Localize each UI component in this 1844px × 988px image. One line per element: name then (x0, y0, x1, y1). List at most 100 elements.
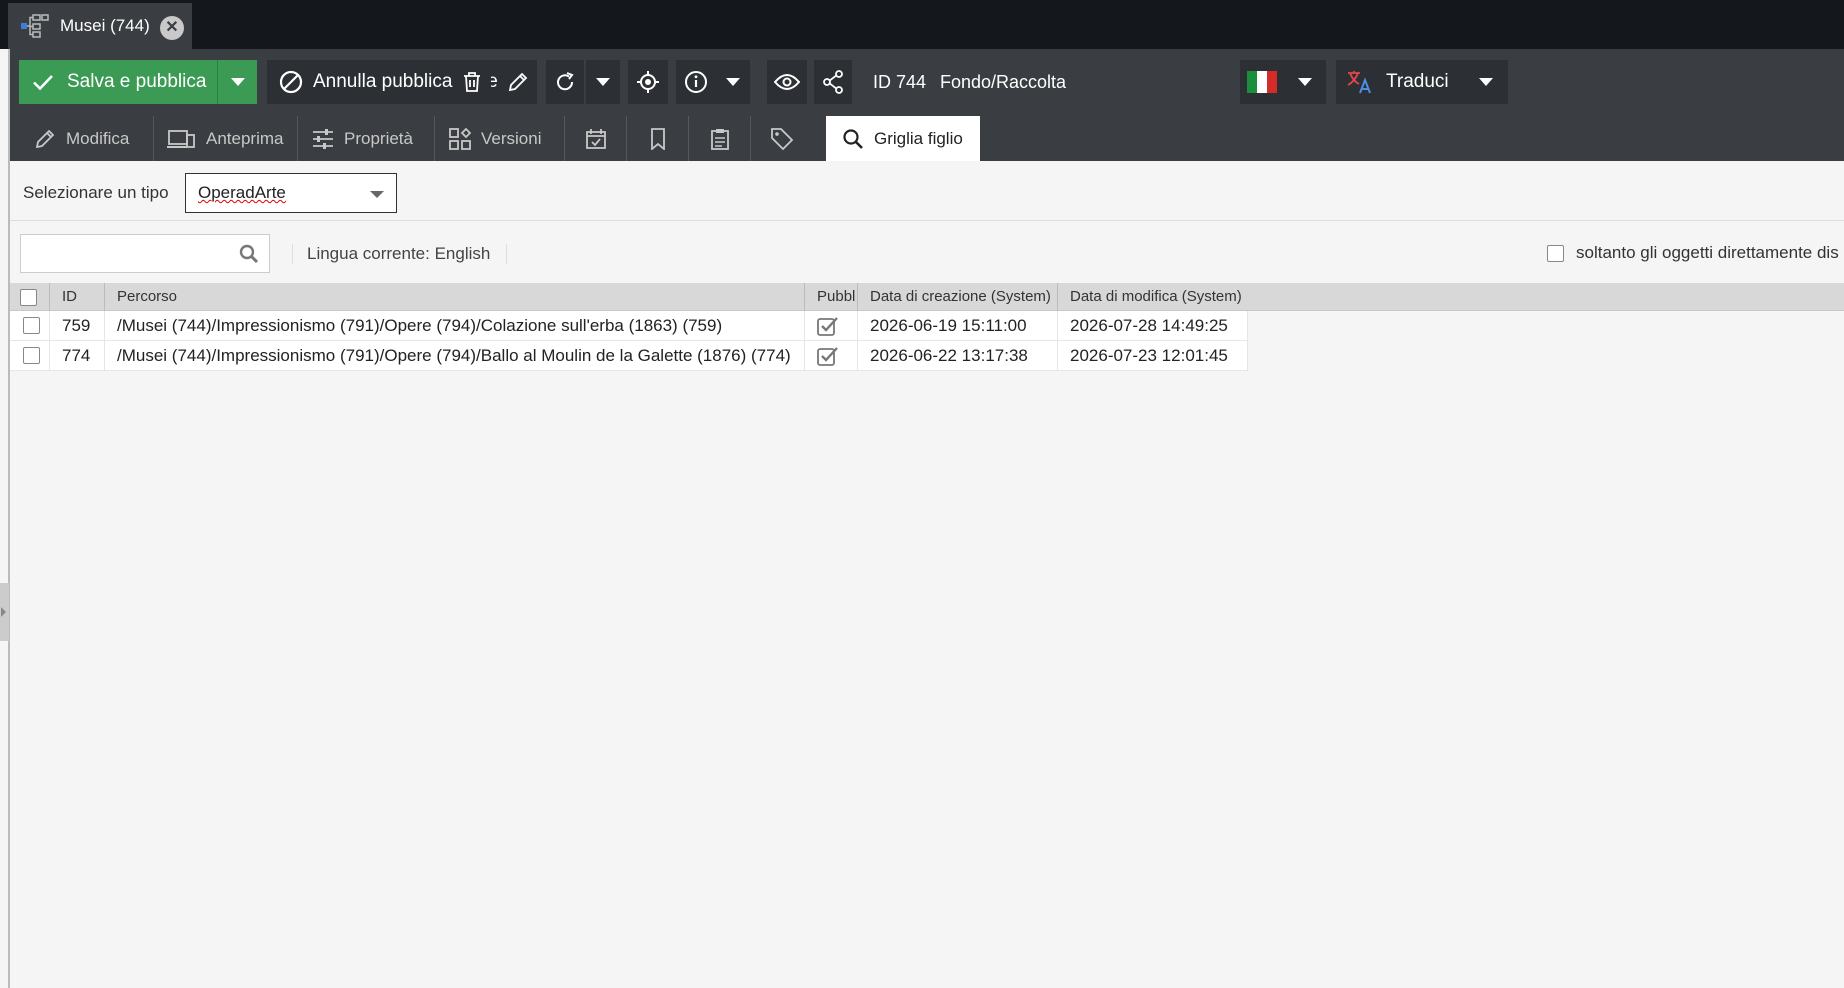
cell-created: 2026-06-19 15:11:00 (858, 311, 1058, 341)
refresh-icon (557, 72, 574, 91)
cell-published (805, 311, 858, 341)
child-grid: ID Percorso Pubbl Data di creazione (Sys… (10, 283, 1844, 371)
caret-down-icon (370, 191, 384, 198)
tab-anteprima-label: Anteprima (206, 128, 284, 148)
save-publish-label: Salva e pubblica (67, 71, 207, 92)
cell-id: 774 (50, 341, 105, 371)
info-options-dropdown[interactable] (716, 60, 750, 104)
save-options-dropdown[interactable] (217, 60, 257, 104)
grid-header: ID Percorso Pubbl Data di creazione (Sys… (10, 283, 1844, 311)
preview-button[interactable] (767, 60, 807, 104)
chevron-down-icon (726, 78, 740, 86)
reload-button[interactable] (546, 60, 584, 104)
column-header-path[interactable]: Percorso (105, 283, 805, 311)
object-class-text: Fondo/Raccolta (940, 72, 1067, 92)
tab-bookmark[interactable] (627, 116, 689, 161)
editor-tabs: Modifica Anteprima Proprietà Versioni Gr (10, 116, 1010, 161)
type-select[interactable]: OperadArte (185, 173, 397, 213)
share-button[interactable] (814, 60, 852, 104)
type-select-label: Selezionare un tipo (23, 183, 169, 202)
search-icon (239, 244, 259, 264)
info-button[interactable] (676, 60, 716, 104)
italy-flag-icon (1247, 71, 1277, 93)
translate-options-dropdown[interactable] (1464, 60, 1508, 104)
tab-griglia-figlio[interactable]: Griglia figlio (826, 116, 980, 161)
cell-published (805, 341, 858, 371)
checked-checkbox-icon (817, 347, 838, 366)
row-checkbox[interactable] (23, 347, 40, 364)
save-publish-button[interactable]: Salva e pubblica (19, 60, 217, 104)
search-input[interactable] (20, 234, 270, 273)
tab-versioni-label: Versioni (481, 128, 542, 148)
tab-notes[interactable] (689, 116, 751, 161)
cell-id: 759 (50, 311, 105, 341)
object-tree-icon (21, 14, 49, 38)
tab-schedule[interactable] (565, 116, 627, 161)
tab-proprieta[interactable]: Proprietà (298, 116, 435, 161)
checkbox[interactable] (1547, 244, 1564, 262)
cell-modified: 2026-07-28 14:49:25 (1058, 311, 1248, 341)
document-tab[interactable]: Musei (744) ✕ (8, 3, 192, 49)
sidebar-expand-handle[interactable] (0, 583, 9, 641)
clipboard-icon (710, 128, 729, 150)
table-row[interactable]: 774 /Musei (744)/Impressionismo (791)/Op… (10, 341, 1248, 371)
chevron-down-icon (596, 78, 610, 86)
info-icon (685, 71, 707, 93)
current-language-text: Lingua corrente: English (292, 244, 508, 264)
translate-button[interactable]: Traduci (1336, 60, 1464, 104)
translate-label: Traduci (1386, 71, 1449, 92)
tab-versioni[interactable]: Versioni (435, 116, 565, 161)
cell-path: /Musei (744)/Impressionismo (791)/Opere … (105, 311, 805, 341)
checked-checkbox-icon (817, 317, 838, 336)
row-select-cell[interactable] (10, 311, 50, 341)
devices-icon (167, 129, 195, 148)
divider (10, 220, 1844, 221)
search-icon (843, 128, 863, 149)
child-grid-panel: Selezionare un tipo OperadArte Lingua co… (10, 161, 1844, 988)
checkmark-icon (33, 75, 53, 91)
language-dropdown[interactable] (1284, 60, 1326, 104)
column-header-published[interactable]: Pubbl (805, 283, 858, 311)
pencil-icon (508, 72, 528, 92)
tag-icon (771, 127, 794, 150)
chevron-down-icon (230, 78, 245, 86)
translate-icon (1347, 71, 1371, 94)
ban-icon (279, 70, 303, 94)
crosshair-icon (637, 71, 659, 93)
column-header-modified[interactable]: Data di modifica (System) (1058, 283, 1248, 311)
direct-only-checkbox[interactable]: soltanto gli oggetti direttamente dis (1547, 243, 1839, 263)
column-header-created[interactable]: Data di creazione (System) (858, 283, 1058, 311)
direct-only-label: soltanto gli oggetti direttamente dis (1576, 243, 1839, 262)
app-window: Musei (744) ✕ Salva e pubblica Annulla p… (0, 0, 1844, 988)
tab-modifica[interactable]: Modifica (10, 116, 154, 161)
tab-tags[interactable] (751, 116, 813, 161)
pencil-icon (35, 129, 55, 148)
locate-in-tree-button[interactable] (628, 60, 668, 104)
tab-proprieta-label: Proprietà (344, 128, 413, 148)
calendar-check-icon (585, 128, 606, 149)
select-all-checkbox[interactable] (20, 289, 37, 306)
delete-button[interactable] (453, 60, 491, 104)
row-select-cell[interactable] (10, 341, 50, 371)
reload-options-dropdown[interactable] (586, 60, 620, 104)
sliders-icon (313, 128, 333, 149)
versions-icon (449, 127, 471, 150)
language-flag-button[interactable] (1240, 60, 1284, 104)
bookmark-icon (650, 127, 665, 150)
column-header-id[interactable]: ID (50, 283, 105, 311)
close-tab-icon[interactable]: ✕ (160, 16, 184, 40)
table-row[interactable]: 759 /Musei (744)/Impressionismo (791)/Op… (10, 311, 1248, 341)
share-icon (823, 70, 843, 94)
row-checkbox[interactable] (23, 317, 40, 334)
document-tab-title: Musei (744) (60, 16, 150, 35)
rename-button[interactable] (499, 60, 537, 104)
tab-anteprima[interactable]: Anteprima (154, 116, 298, 161)
type-select-value: OperadArte (198, 183, 286, 202)
cell-modified: 2026-07-23 12:01:45 (1058, 341, 1248, 371)
chevron-down-icon (1479, 78, 1493, 86)
select-all-cell[interactable] (10, 283, 50, 311)
tab-modifica-label: Modifica (66, 128, 130, 148)
cell-created: 2026-06-22 13:17:38 (858, 341, 1058, 371)
object-id-text: ID 744 (873, 72, 927, 92)
cell-path: /Musei (744)/Impressionismo (791)/Opere … (105, 341, 805, 371)
